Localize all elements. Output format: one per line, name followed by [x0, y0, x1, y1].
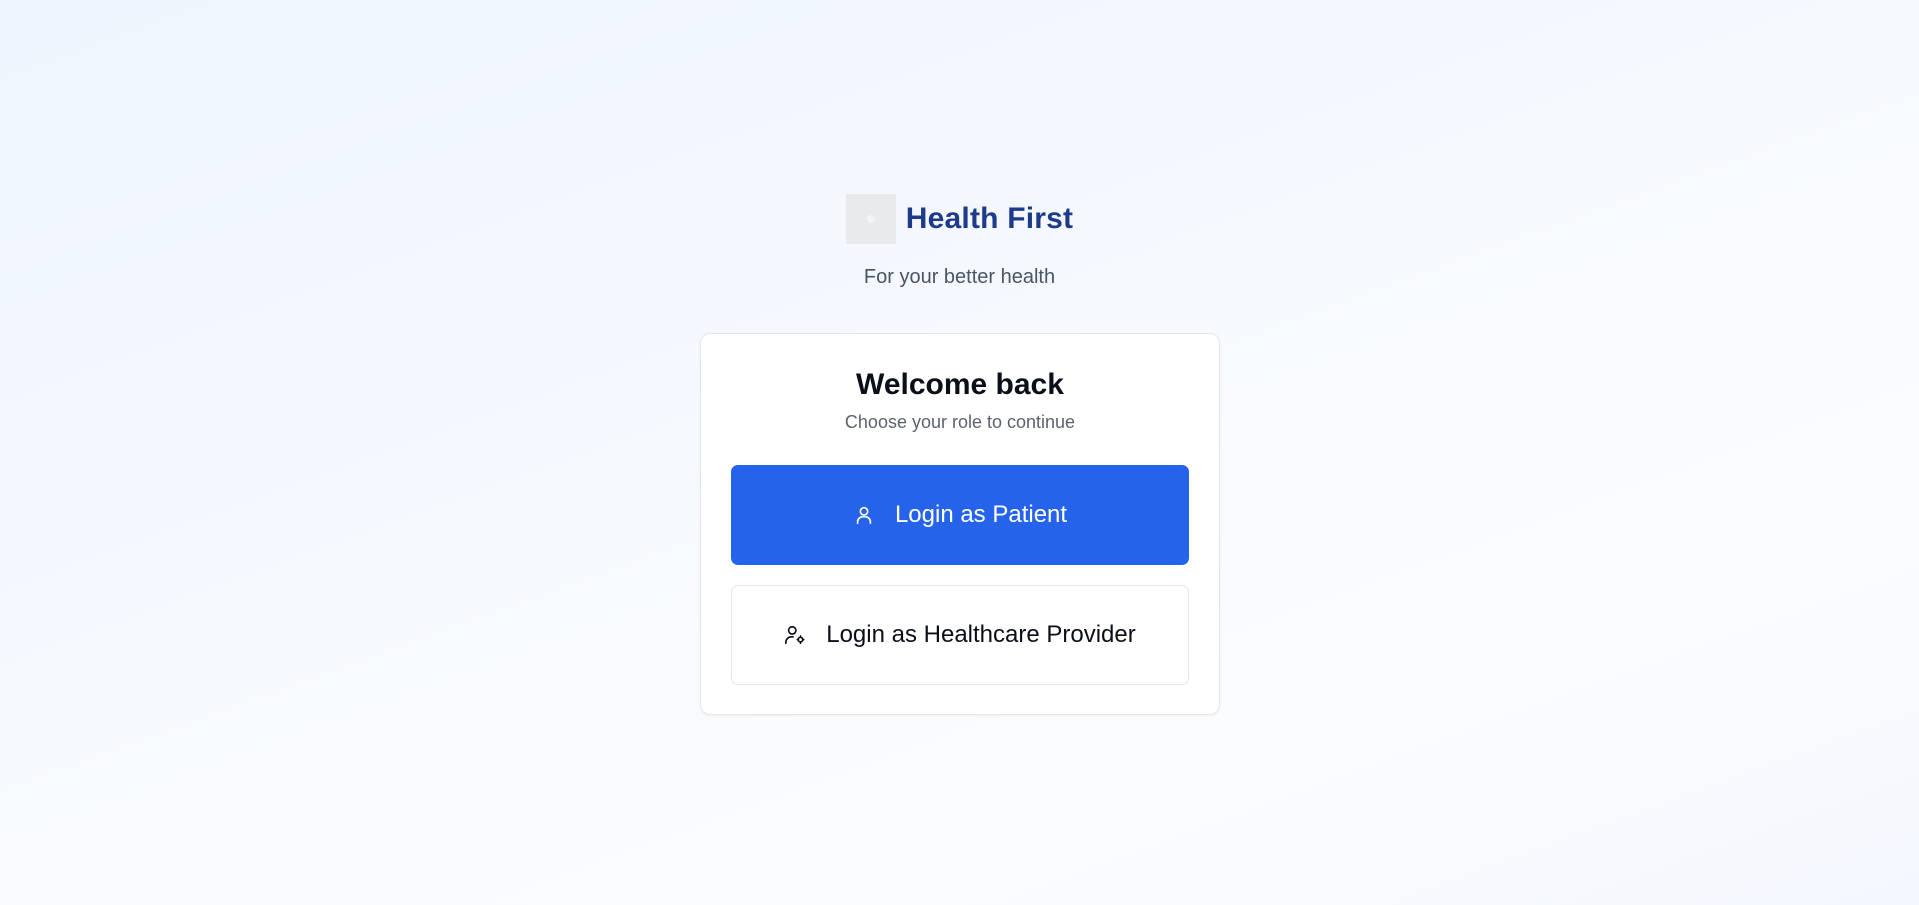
user-icon: [853, 504, 875, 526]
login-as-patient-button[interactable]: Login as Patient: [731, 465, 1189, 565]
login-as-provider-button[interactable]: Login as Healthcare Provider: [731, 585, 1189, 685]
login-as-patient-label: Login as Patient: [894, 501, 1068, 528]
brand-header: Health First: [0, 194, 1919, 244]
tagline: For your better health: [863, 266, 1056, 288]
login-card: Welcome back Choose your role to continu…: [700, 333, 1220, 715]
logo-mark: [866, 215, 875, 223]
user-cog-icon: [784, 624, 806, 646]
card-subtitle: Choose your role to continue: [844, 412, 1076, 432]
logo-icon: [845, 194, 896, 244]
brand-name: Health First: [905, 202, 1074, 235]
login-as-provider-label: Login as Healthcare Provider: [826, 621, 1136, 648]
card-title: Welcome back: [856, 368, 1064, 401]
